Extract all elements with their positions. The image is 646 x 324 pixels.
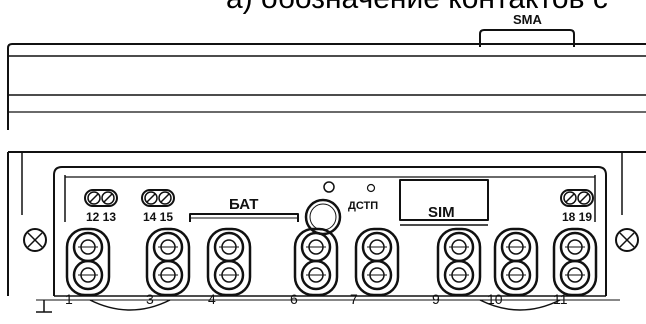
housing-top-outline xyxy=(7,43,646,130)
terminal-label: 11 xyxy=(553,291,568,307)
led-indicator-small xyxy=(366,183,376,193)
small-terminal: 12 13 xyxy=(84,189,118,224)
bat-label: БАТ xyxy=(229,196,258,213)
small-terminal-label: 12 13 xyxy=(86,210,116,224)
terminal-label: 6 xyxy=(290,291,298,307)
terminal-label: 3 xyxy=(146,291,154,307)
sim-label: SIM xyxy=(428,204,455,221)
housing-bottom-outline xyxy=(7,151,646,296)
small-terminal: 18 19 xyxy=(560,189,594,224)
terminal-label: 4 xyxy=(208,291,216,307)
small-terminal-label: 14 15 xyxy=(143,210,173,224)
dstp-label: ДСТП xyxy=(348,200,378,212)
terminal-label: 1 xyxy=(65,291,73,307)
small-terminal-label: 18 19 xyxy=(562,210,592,224)
connector-drawing: SMA БАТ ДСТП SIM 12 13 14 15 18 19 1 3 4 6 7 9 1… xyxy=(7,12,646,313)
led-indicator xyxy=(323,181,335,193)
small-terminal: 14 15 xyxy=(141,189,175,224)
terminal-label: 9 xyxy=(432,291,440,307)
terminal-label: 7 xyxy=(350,291,358,307)
sma-label: SMA xyxy=(513,12,543,27)
terminal-label: 10 xyxy=(487,291,503,307)
